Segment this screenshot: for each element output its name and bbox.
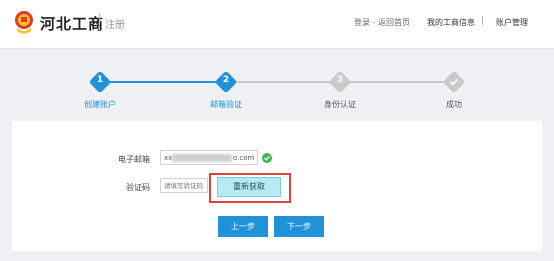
page-subtitle: 注册	[105, 20, 125, 31]
step-4-label: 成功	[446, 100, 462, 109]
step-line-2	[232, 81, 332, 83]
step-progress: 1 创建账户 2 邮箱验证 3 身份认证 成功	[0, 70, 554, 110]
step-1-number: 1	[96, 75, 104, 85]
email-redacted-blur	[172, 154, 232, 162]
step-2-label: 邮箱验证	[210, 100, 242, 109]
verified-check-icon	[262, 153, 272, 163]
step-1-label: 创建账户	[84, 100, 116, 109]
step-3-label: 身份认证	[324, 100, 356, 109]
step-line-3	[346, 81, 446, 83]
highlight-box	[209, 173, 291, 203]
brand-divider	[99, 13, 100, 30]
email-field: xx o.com	[160, 150, 258, 165]
previous-step-button[interactable]: 上一步	[218, 216, 268, 237]
email-suffix: o.com	[233, 154, 255, 162]
emblem-logo-icon	[15, 11, 33, 34]
brand-title: 河北工商	[40, 15, 105, 33]
next-step-button[interactable]: 下一步	[274, 216, 324, 237]
top-header: 河北工商 注册 登录 - 返回首页 我的工商信息 | 账户管理	[0, 0, 554, 49]
code-label: 验证码	[126, 183, 150, 192]
account-management-link[interactable]: 账户管理	[496, 17, 528, 28]
step-3-number: 3	[336, 75, 344, 85]
my-info-link[interactable]: 我的工商信息	[427, 17, 475, 28]
verification-code-input[interactable]	[160, 178, 208, 193]
form-panel: 电子邮箱 xx o.com 验证码 重新获取 上一步 下一步	[12, 121, 542, 251]
checkmark-icon	[449, 78, 459, 86]
login-home-link[interactable]: 登录 - 返回首页	[354, 17, 410, 28]
step-line-1	[106, 81, 218, 83]
nav-separator: |	[481, 16, 485, 26]
email-label: 电子邮箱	[118, 155, 150, 164]
step-2-number: 2	[222, 75, 230, 85]
